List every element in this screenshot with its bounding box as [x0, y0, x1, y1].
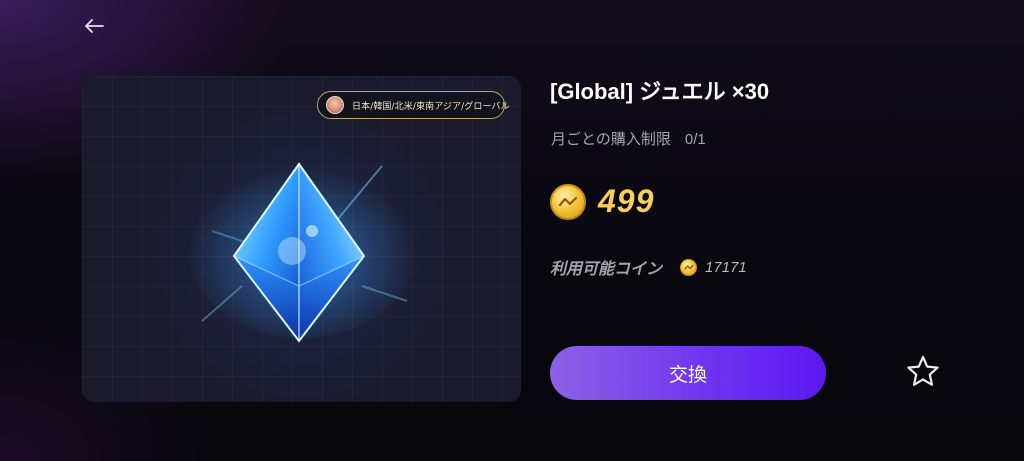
available-coins-row: 利用可能コイン 17171: [550, 255, 747, 279]
star-outline-icon: [907, 355, 939, 386]
jewel-crystal-icon: [187, 158, 417, 343]
price-row: 499: [550, 183, 654, 220]
region-avatar-icon: [326, 96, 344, 114]
available-coins-value: 17171: [705, 258, 747, 276]
back-arrow-icon: [85, 19, 104, 33]
back-button[interactable]: [80, 12, 108, 40]
exchange-item-page: 日本/韓国/北米/東南アジア/グローバル [Global] ジュエル ×30 月…: [0, 0, 1024, 461]
exchange-button[interactable]: 交換: [550, 346, 826, 400]
purchase-limit-label: 月ごとの購入制限: [551, 131, 671, 148]
purchase-limit-value: 0/1: [684, 131, 706, 148]
available-coins-label: 利用可能コイン: [550, 261, 663, 278]
gold-coin-icon: [550, 183, 586, 220]
region-badge-text: 日本/韓国/北米/東南アジア/グローバル: [352, 101, 510, 112]
region-badge: 日本/韓国/北米/東南アジア/グローバル: [317, 91, 510, 119]
product-title: [Global] ジュエル ×30: [550, 79, 770, 104]
favorite-button[interactable]: [903, 352, 943, 392]
gold-coin-small-icon: [680, 258, 698, 276]
item-image-card: 日本/韓国/北米/東南アジア/グローバル: [82, 76, 521, 402]
price-value: 499: [598, 183, 655, 219]
purchase-limit-row: 月ごとの購入制限 0/1: [551, 128, 706, 149]
